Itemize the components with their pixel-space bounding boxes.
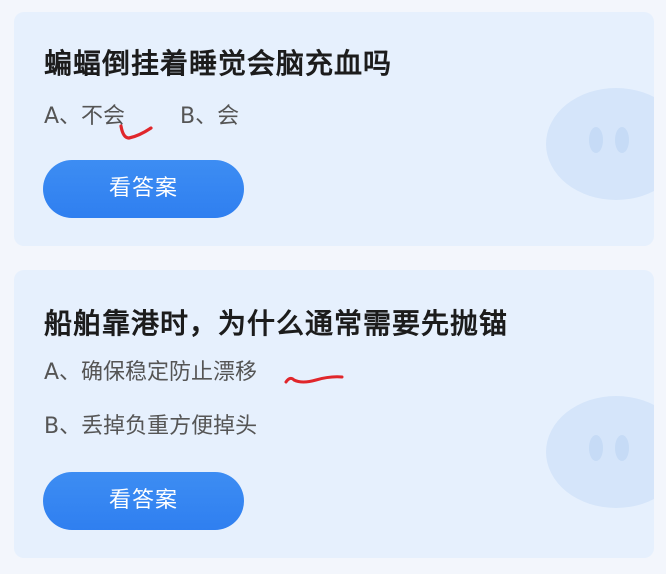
show-answer-button[interactable]: 看答案	[43, 160, 244, 218]
question-text: 船舶靠港时，为什么通常需要先抛锚	[44, 307, 509, 340]
show-answer-button[interactable]: 看答案	[43, 472, 244, 530]
handwritten-underline-icon	[284, 375, 344, 384]
option-b: B、会	[180, 104, 240, 129]
mascot-watermark-icon	[546, 88, 654, 200]
quiz-card-2: 船舶靠港时，为什么通常需要先抛锚 A、确保稳定防止漂移 B、丢掉负重方便掉头 看…	[14, 270, 654, 558]
mascot-watermark-icon	[546, 396, 654, 508]
option-a: A、确保稳定防止漂移	[44, 360, 258, 385]
quiz-page: 蝙蝠倒挂着睡觉会脑充血吗 A、不会 B、会 看答案 船舶靠港时，为什么通常需要先…	[0, 0, 666, 574]
option-a: A、不会	[44, 104, 126, 129]
option-b: B、丢掉负重方便掉头	[44, 414, 258, 439]
question-text: 蝙蝠倒挂着睡觉会脑充血吗	[44, 47, 393, 80]
quiz-card-1: 蝙蝠倒挂着睡觉会脑充血吗 A、不会 B、会 看答案	[14, 12, 654, 246]
